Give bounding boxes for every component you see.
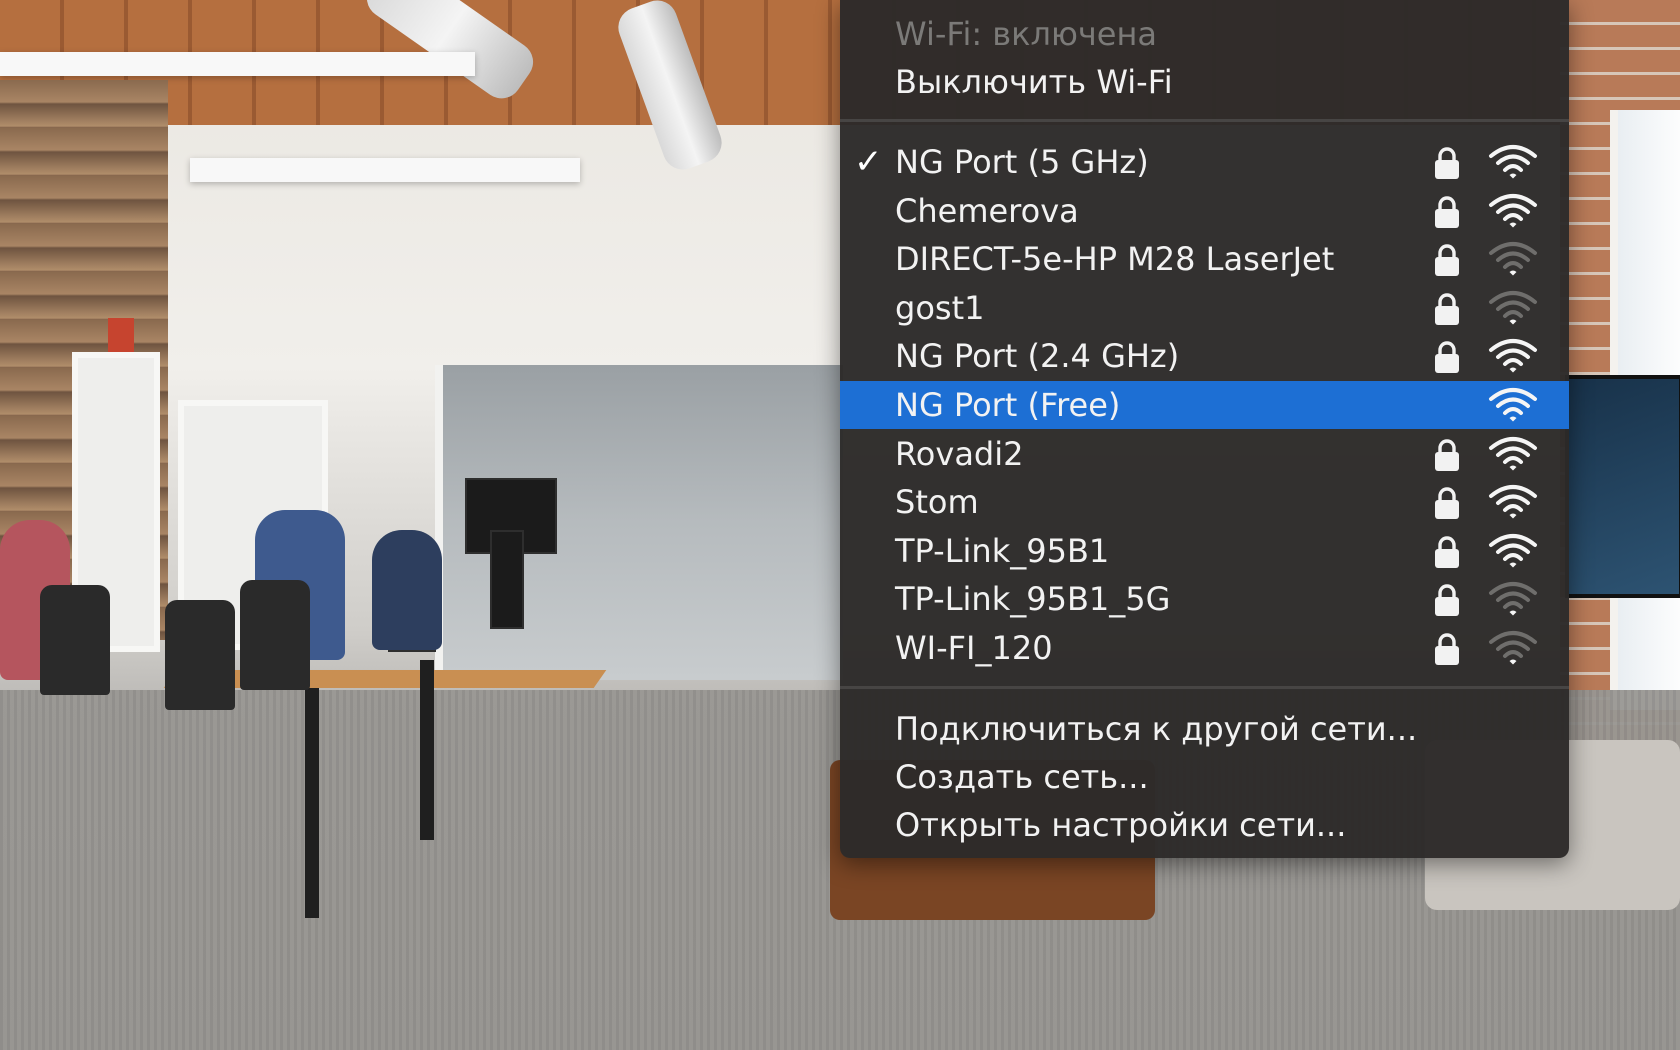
wifi-signal-icon [1489,339,1537,373]
turn-off-wifi-item[interactable]: Выключить Wi-Fi [840,58,1569,106]
ceiling-light [0,52,475,76]
wifi-status-label: Wi-Fi: включена [895,15,1157,53]
network-name: Chemerova [895,192,1079,230]
create-network-label: Создать сеть... [895,758,1149,796]
checkmark-icon: ✓ [854,142,883,182]
office-chair [40,585,110,695]
menu-separator [840,686,1569,689]
network-name: NG Port (2.4 GHz) [895,337,1180,375]
lock-icon [1435,439,1459,471]
network-item[interactable]: WI-FI_120 [840,624,1569,672]
network-item[interactable]: gost1 [840,284,1569,332]
exit-sign [108,318,134,352]
lock-icon [1435,196,1459,228]
wifi-signal-icon [1489,485,1537,519]
open-network-preferences-label: Открыть настройки сети... [895,806,1347,844]
network-name: Stom [895,483,979,521]
network-item[interactable]: NG Port (Free) [840,381,1569,429]
wifi-signal-icon [1489,437,1537,471]
wifi-signal-icon [1489,388,1537,422]
wifi-signal-icon [1489,534,1537,568]
lock-icon [1435,633,1459,665]
menu-separator [840,119,1569,122]
office-chair [165,600,235,710]
create-network-item[interactable]: Создать сеть... [840,753,1569,801]
wifi-status-item: Wi-Fi: включена [840,10,1569,58]
lock-icon [1435,147,1459,179]
network-item[interactable]: TP-Link_95B1_5G [840,575,1569,623]
office-chair [240,580,310,690]
wifi-signal-icon [1489,291,1537,325]
wifi-signal-icon [1489,631,1537,665]
network-name: NG Port (5 GHz) [895,143,1149,181]
network-name: NG Port (Free) [895,386,1121,424]
wall-tv [1565,375,1680,598]
network-name: TP-Link_95B1_5G [895,580,1171,618]
turn-off-wifi-label: Выключить Wi-Fi [895,63,1173,101]
network-item[interactable]: NG Port (2.4 GHz) [840,332,1569,380]
network-name: gost1 [895,289,985,327]
wifi-signal-icon [1489,242,1537,276]
network-item[interactable]: ✓ NG Port (5 GHz) [840,138,1569,186]
lock-icon [1435,293,1459,325]
open-network-preferences-item[interactable]: Открыть настройки сети... [840,801,1569,849]
lock-icon [1435,536,1459,568]
desk-leg [305,688,319,918]
monitor [490,530,524,629]
network-name: Rovadi2 [895,435,1024,473]
wifi-menu: Wi-Fi: включена Выключить Wi-Fi ✓ NG Port… [840,0,1569,858]
network-name: DIRECT-5e-HP M28 LaserJet [895,240,1335,278]
network-item[interactable]: TP-Link_95B1 [840,527,1569,575]
lock-icon [1435,341,1459,373]
person [372,530,442,650]
network-name: TP-Link_95B1 [895,532,1110,570]
lock-icon [1435,584,1459,616]
wifi-signal-icon [1489,582,1537,616]
wifi-signal-icon [1489,145,1537,179]
join-other-network-label: Подключиться к другой сети... [895,710,1418,748]
ceiling-light [190,158,580,182]
network-item[interactable]: DIRECT-5e-HP M28 LaserJet [840,235,1569,283]
network-item[interactable]: Chemerova [840,187,1569,235]
desk-leg [420,660,434,840]
network-item[interactable]: Stom [840,478,1569,526]
join-other-network-item[interactable]: Подключиться к другой сети... [840,705,1569,753]
network-name: WI-FI_120 [895,629,1053,667]
lock-icon [1435,244,1459,276]
network-item[interactable]: Rovadi2 [840,430,1569,478]
lock-icon [1435,487,1459,519]
wifi-signal-icon [1489,194,1537,228]
